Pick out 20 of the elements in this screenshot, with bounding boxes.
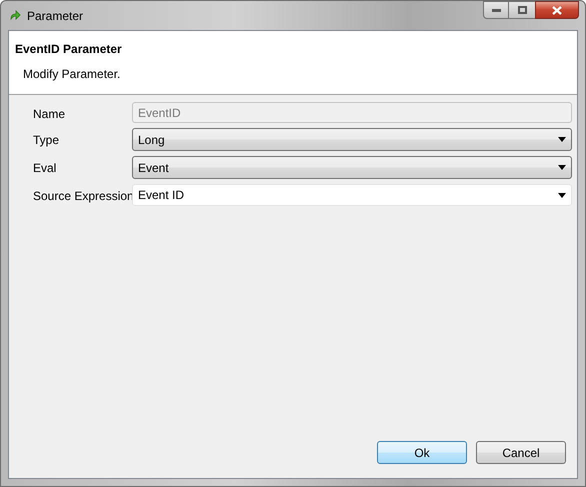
field-label: Eval	[33, 160, 58, 177]
field-label: Type	[33, 132, 60, 149]
cancel-button[interactable]: Cancel	[476, 441, 566, 464]
dropdown-arrow-icon	[558, 192, 566, 198]
combo-field[interactable]: Event ID	[132, 184, 572, 206]
minimize-button[interactable]	[483, 1, 509, 19]
dropdown[interactable]: Long	[132, 128, 572, 151]
dropdown-arrow-icon	[558, 137, 566, 142]
close-button[interactable]	[535, 1, 579, 19]
window-title: Parameter	[27, 8, 84, 24]
close-icon	[552, 6, 562, 14]
field-label: Name	[33, 106, 66, 123]
header-description: Modify Parameter.	[22, 66, 122, 83]
dropdown-arrow-icon	[558, 165, 566, 170]
field-label: Source Expression	[33, 188, 132, 205]
maximize-button[interactable]	[509, 1, 535, 19]
arrow-icon	[9, 10, 21, 22]
header-title: EventID Parameter	[15, 41, 123, 58]
ok-button[interactable]: Ok	[377, 441, 467, 464]
dropdown[interactable]: Event	[132, 156, 572, 179]
